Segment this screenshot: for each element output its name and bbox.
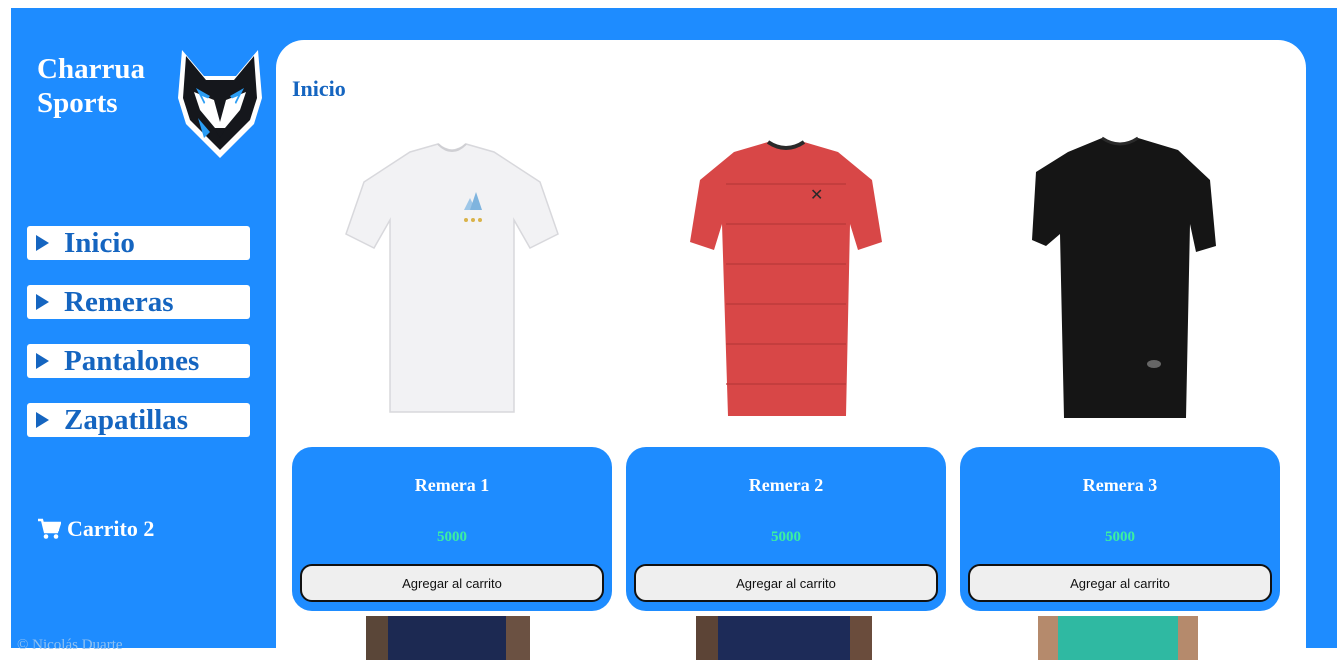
product-price: 5000 [771,529,801,545]
play-arrow-icon [36,294,49,310]
product-image[interactable] [292,616,612,660]
cart-link[interactable]: Carrito 2 [37,516,154,542]
sidebar-item-label: Remeras [64,285,174,318]
brand-line-1: Charrua [37,53,145,85]
sidebar-item-pantalones[interactable]: Pantalones [27,344,250,378]
play-arrow-icon [36,235,49,251]
brand-line-2: Sports [37,87,118,119]
page-frame: Charrua Sports Inicio Remeras Pantalones… [11,8,1337,660]
product-name: Remera 1 [414,475,490,495]
product-image[interactable]: ✕ [626,124,946,444]
sidebar-item-label: Inicio [64,226,135,259]
cart-label: Carrito 2 [67,516,155,541]
product-name: Remera 2 [748,475,824,495]
sidebar-item-zapatillas[interactable]: Zapatillas [27,403,250,437]
product-image[interactable] [960,124,1280,444]
wolf-logo-icon [178,50,262,158]
shopping-cart-icon [38,518,61,539]
product-image[interactable] [292,124,612,444]
sidebar-item-label: Pantalones [64,344,200,377]
sidebar-nav: Inicio Remeras Pantalones Zapatillas [27,226,250,462]
sidebar: Charrua Sports Inicio Remeras Pantalones… [11,8,276,653]
add-to-cart-button[interactable]: Agregar al carrito [300,564,604,602]
add-to-cart-button[interactable]: Agregar al carrito [634,564,938,602]
product-image[interactable] [960,616,1280,660]
play-arrow-icon [36,412,49,428]
play-arrow-icon [36,353,49,369]
product-price: 5000 [437,529,467,545]
sidebar-item-remeras[interactable]: Remeras [27,285,250,319]
product-price: 5000 [1105,529,1135,545]
product-info-card: Remera 3 5000 Agregar al carrito [960,447,1280,611]
product-name: Remera 3 [1082,475,1158,495]
product-info-card: Remera 1 5000 Agregar al carrito [292,447,612,611]
page-title: Inicio [292,76,346,101]
sidebar-item-label: Zapatillas [64,403,189,436]
product-info-card: Remera 2 5000 Agregar al carrito [626,447,946,611]
add-to-cart-button[interactable]: Agregar al carrito [968,564,1272,602]
brand-name: Charrua Sports [37,52,145,120]
svg-text:✕: ✕ [810,185,823,204]
sidebar-item-inicio[interactable]: Inicio [27,226,250,260]
product-image[interactable] [626,616,946,660]
main-content: Inicio Remera 1 5000 Agregar al carrito [276,40,1306,660]
